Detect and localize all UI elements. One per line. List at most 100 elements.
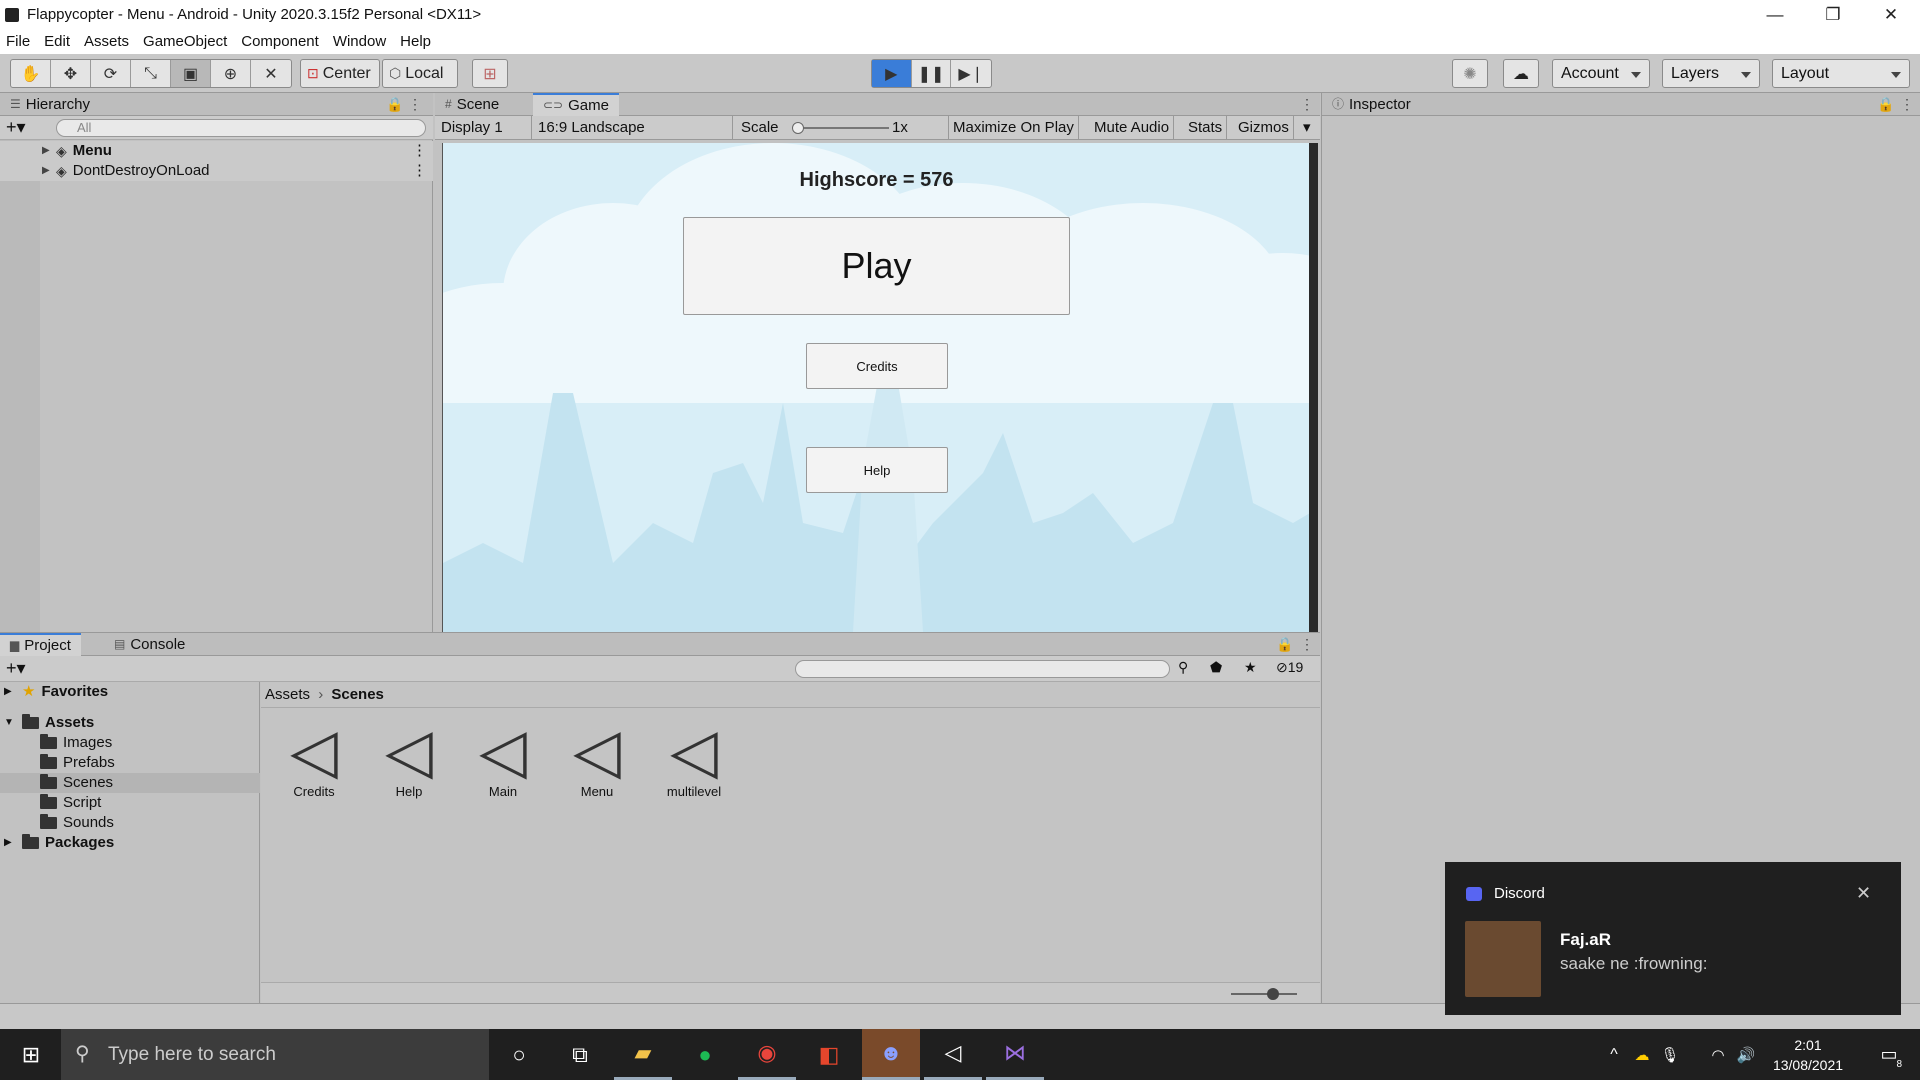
rect-tool-icon[interactable]: ▣ [171,60,211,87]
stats-toggle[interactable]: Stats [1184,116,1228,140]
hand-tool-icon[interactable]: ✋ [11,60,51,87]
lock-icon[interactable]: 🔒 [386,96,403,113]
pivot-center-button[interactable]: ⊡ Center [300,59,380,88]
tree-item-favorites[interactable]: ▶ ★ Favorites [0,682,260,702]
pause-button[interactable]: ❚❚ [912,60,952,87]
lock-icon[interactable]: 🔒 [1877,96,1894,113]
discord-icon[interactable]: ☻ [862,1029,920,1080]
visual-studio-icon[interactable]: ⋈ [986,1029,1044,1080]
tab-inspector[interactable]: ⓘ Inspector [1322,93,1421,116]
menu-component[interactable]: Component [241,33,319,50]
clock[interactable]: 2:01 13/08/2021 [1768,1035,1848,1075]
icon-size-slider-handle[interactable] [1267,988,1279,1000]
restore-button[interactable]: ❐ [1804,0,1862,29]
taskbar-search-input[interactable]: ⚲ Type here to search [61,1029,489,1080]
cortana-icon[interactable]: ○ [490,1029,548,1080]
step-button[interactable]: ▶❘ [951,60,991,87]
tree-item-images[interactable]: Images [0,733,260,753]
scale-slider-handle[interactable] [792,122,804,134]
menu-assets[interactable]: Assets [84,33,129,50]
search-by-label-icon[interactable]: ⬟ [1210,659,1222,676]
pivot-local-button[interactable]: ⬡ Local [382,59,458,88]
toast-close-icon[interactable]: ✕ [1856,883,1871,904]
hierarchy-item-menu[interactable]: ▶ ◈ Menu ⋮ [0,141,433,161]
scale-slider[interactable] [797,127,889,129]
close-button[interactable]: ✕ [1862,0,1920,29]
scale-tool-icon[interactable]: ⤡ [131,60,171,87]
scene-file-menu[interactable]: ◁ Menu [552,720,642,800]
task-view-icon[interactable]: ⧉ [551,1029,609,1080]
tree-item-assets[interactable]: ▼ Assets [0,713,260,733]
search-by-type-icon[interactable]: ⚲ [1178,659,1188,676]
game-menu-icon[interactable]: ⋮ [1300,96,1314,113]
wifi-icon[interactable]: ◠ [1704,1029,1732,1080]
icon-size-slider[interactable] [1231,993,1297,995]
tree-item-prefabs[interactable]: Prefabs [0,753,260,773]
inspector-menu-icon[interactable]: ⋮ [1900,96,1914,113]
create-asset-button[interactable]: +▾ [6,658,26,679]
tab-scene[interactable]: # Scene [435,93,509,116]
mute-audio-toggle[interactable]: Mute Audio [1090,116,1175,140]
aspect-dropdown[interactable]: 16:9 Landscape [534,116,733,140]
account-dropdown[interactable]: Account [1552,59,1650,88]
minimize-button[interactable]: — [1746,0,1804,29]
tree-item-scenes[interactable]: Scenes [0,773,260,793]
maximize-on-play-toggle[interactable]: Maximize On Play [948,116,1079,140]
scene-file-main[interactable]: ◁ Main [458,720,548,800]
scene-file-credits[interactable]: ◁ Credits [269,720,359,800]
hierarchy-search-input[interactable]: All [56,119,426,137]
display-dropdown[interactable]: Display 1 [437,116,532,140]
chrome-icon[interactable]: ◉ [738,1029,796,1080]
layers-dropdown[interactable]: Layers [1662,59,1760,88]
breadcrumb-scenes[interactable]: Scenes [331,686,384,703]
notification-center-icon[interactable]: ▭ 8 [1860,1029,1918,1080]
custom-tool-icon[interactable]: ✕ [251,60,291,87]
hidden-packages-toggle[interactable]: ⊘19 [1276,659,1303,676]
gizmos-toggle[interactable]: Gizmos [1234,116,1294,140]
add-object-button[interactable]: +▾ [6,117,26,138]
tree-item-sounds[interactable]: Sounds [0,813,260,833]
tree-item-script[interactable]: Script [0,793,260,813]
tab-project[interactable]: ▆ Project [0,633,81,656]
discord-notification-toast[interactable]: Discord ✕ Faj.aR saake ne :frowning: [1445,862,1901,1015]
menu-gameobject[interactable]: GameObject [143,33,227,50]
play-game-button[interactable]: Play [683,217,1070,315]
tab-console[interactable]: ▤ Console [104,633,195,656]
gizmos-dropdown-arrow[interactable]: ▾ [1299,116,1315,140]
item-menu-icon[interactable]: ⋮ [412,161,427,181]
move-tool-icon[interactable]: ✥ [51,60,91,87]
hierarchy-menu-icon[interactable]: ⋮ [408,96,422,113]
favorites-star-icon[interactable]: ★ [1244,659,1257,676]
project-search-input[interactable] [795,660,1170,678]
hierarchy-item-dontdestroyonload[interactable]: ▶ ◈ DontDestroyOnLoad ⋮ [0,161,433,181]
lock-icon[interactable]: 🔒 [1276,636,1293,653]
volume-icon[interactable]: 🔊 [1732,1029,1760,1080]
project-menu-icon[interactable]: ⋮ [1300,636,1314,653]
windows-start-icon[interactable]: ⊞ [2,1029,60,1080]
onedrive-warning-icon[interactable]: ☁ [1628,1029,1656,1080]
menu-file[interactable]: File [6,33,30,50]
file-explorer-icon[interactable]: ▰ [614,1029,672,1080]
menu-edit[interactable]: Edit [44,33,70,50]
tab-game[interactable]: ⊂⊃ Game [533,93,619,116]
menu-window[interactable]: Window [333,33,386,50]
tree-item-packages[interactable]: ▶ Packages [0,833,260,853]
unity-taskbar-icon[interactable]: ◁ [924,1029,982,1080]
microphone-icon[interactable]: 🎙 [1656,1029,1684,1080]
office-icon[interactable]: ◧ [800,1029,858,1080]
collab-icon[interactable]: ✺ [1452,59,1488,88]
play-button[interactable]: ▶ [872,60,912,87]
layout-dropdown[interactable]: Layout [1772,59,1910,88]
grid-snap-icon[interactable]: ⊞ [472,59,508,88]
credits-game-button[interactable]: Credits [806,343,948,389]
cloud-icon[interactable]: ☁ [1503,59,1539,88]
breadcrumb-assets[interactable]: Assets [265,686,310,703]
rotate-tool-icon[interactable]: ⟳ [91,60,131,87]
transform-tool-icon[interactable]: ⊕ [211,60,251,87]
scene-file-multilevel[interactable]: ◁ multilevel [649,720,739,800]
spotify-icon[interactable]: ● [676,1029,734,1080]
menu-help[interactable]: Help [400,33,431,50]
show-hidden-icons-icon[interactable]: ^ [1600,1029,1628,1080]
scene-file-help[interactable]: ◁ Help [364,720,454,800]
game-canvas[interactable]: Highscore = 576 Play Credits Help [442,143,1318,632]
